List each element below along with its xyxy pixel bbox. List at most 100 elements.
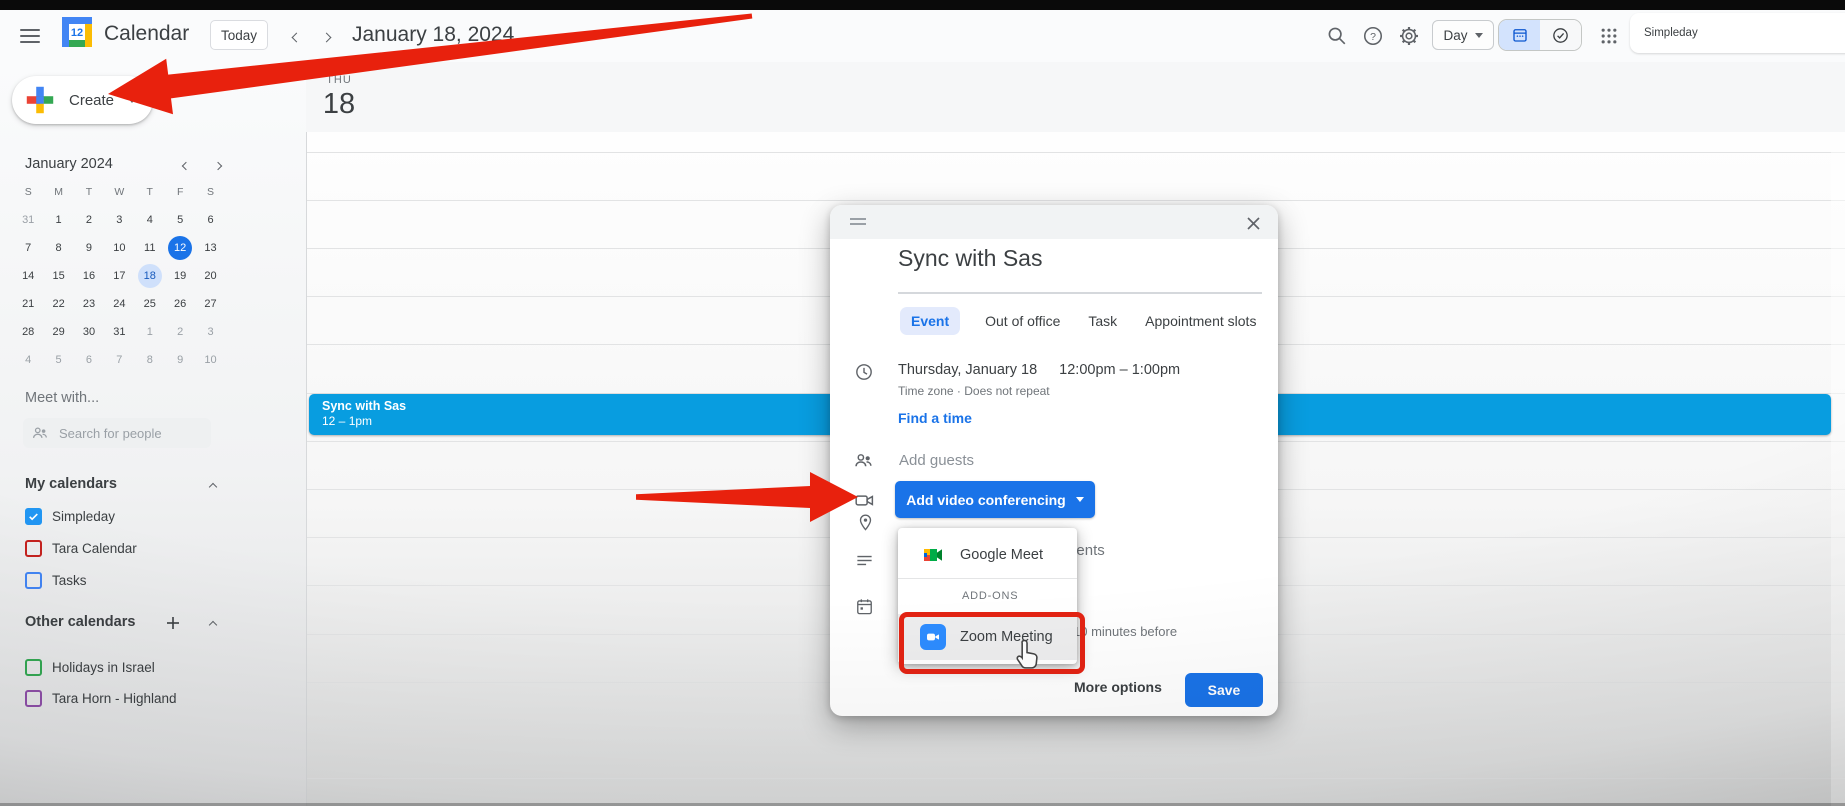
calendar-view-toggle[interactable]	[1499, 20, 1540, 50]
minical-day[interactable]: 19	[168, 264, 192, 288]
minical-day[interactable]: 27	[199, 292, 223, 316]
tasks-check-icon	[1551, 26, 1570, 45]
dialog-tabs: Event Out of office Task Appointment slots	[900, 307, 1259, 335]
profile-account-chip[interactable]: Simpleday	[1630, 13, 1845, 53]
minical-day[interactable]: 2	[77, 208, 101, 232]
minical-prev-icon[interactable]	[178, 158, 194, 174]
minical-day[interactable]: 30	[77, 320, 101, 344]
minical-day[interactable]: 9	[168, 348, 192, 372]
minical-day[interactable]: 8	[47, 236, 71, 260]
minical-day-header: W	[114, 186, 124, 198]
menu-item-google-meet[interactable]: Google Meet	[898, 534, 1077, 576]
close-icon[interactable]	[1242, 212, 1264, 234]
minical-day[interactable]: 16	[77, 264, 101, 288]
drag-handle-icon[interactable]	[850, 218, 866, 226]
more-options-button[interactable]: More options	[1074, 679, 1162, 695]
calendar-label: Holidays in Israel	[52, 660, 155, 675]
minical-day[interactable]: 14	[16, 264, 40, 288]
apps-grid-icon[interactable]	[1596, 23, 1622, 49]
tab-event[interactable]: Event	[900, 307, 960, 335]
minical-day[interactable]: 20	[199, 264, 223, 288]
minical-day[interactable]: 10	[199, 348, 223, 372]
calendar-checkbox[interactable]	[25, 572, 42, 589]
tab-out-of-office[interactable]: Out of office	[982, 307, 1063, 335]
settings-gear-icon[interactable]	[1396, 23, 1422, 49]
minical-day[interactable]: 15	[47, 264, 71, 288]
minical-day[interactable]: 31	[107, 320, 131, 344]
tab-task[interactable]: Task	[1085, 307, 1120, 335]
calendar-checkbox[interactable]	[25, 690, 42, 707]
calendar-checkbox[interactable]	[25, 659, 42, 676]
main-menu-icon[interactable]	[18, 24, 42, 48]
minical-day[interactable]: 29	[47, 320, 71, 344]
minical-day[interactable]: 17	[107, 264, 131, 288]
minical-day[interactable]: 26	[168, 292, 192, 316]
minical-day[interactable]: 25	[138, 292, 162, 316]
minical-day[interactable]: 11	[138, 236, 162, 260]
people-search-box[interactable]	[23, 418, 211, 448]
hour-gridline	[306, 200, 1845, 201]
view-selector-dropdown[interactable]: Day	[1432, 20, 1494, 50]
today-button[interactable]: Today	[210, 20, 268, 50]
event-title-input[interactable]	[898, 245, 1262, 272]
calendar-list-item[interactable]: Tara Horn - Highland	[25, 685, 177, 711]
scrollbar-gutter[interactable]	[1831, 132, 1845, 806]
next-day-icon[interactable]	[316, 27, 336, 47]
add-video-conferencing-button[interactable]: Add video conferencing	[895, 481, 1095, 518]
minical-day[interactable]: 13	[199, 236, 223, 260]
help-icon[interactable]: ?	[1360, 23, 1386, 49]
minical-day[interactable]: 6	[199, 208, 223, 232]
previous-day-icon[interactable]	[286, 27, 306, 47]
minical-day[interactable]: 3	[199, 320, 223, 344]
find-a-time-link[interactable]: Find a time	[898, 410, 972, 426]
mini-calendar: SMTWTFS311234567891011121314151617181920…	[13, 178, 226, 374]
calendar-logo-icon: 12	[60, 15, 94, 49]
calendar-checkbox[interactable]	[25, 508, 42, 525]
minical-day[interactable]: 3	[107, 208, 131, 232]
add-other-calendar-icon[interactable]	[164, 614, 182, 632]
minical-day[interactable]: 10	[107, 236, 131, 260]
minical-day[interactable]: 1	[138, 320, 162, 344]
my-calendars-collapse-icon[interactable]	[204, 478, 222, 496]
people-search-input[interactable]	[57, 425, 187, 442]
day-view-daynumber[interactable]: 18	[306, 88, 372, 121]
minical-day[interactable]: 28	[16, 320, 40, 344]
create-button[interactable]: Create	[12, 76, 153, 124]
minical-day[interactable]: 31	[16, 208, 40, 232]
minical-day[interactable]: 6	[77, 348, 101, 372]
minical-day[interactable]: 5	[168, 208, 192, 232]
minical-day[interactable]: 18	[138, 264, 162, 288]
minical-next-icon[interactable]	[210, 158, 226, 174]
minical-day[interactable]: 24	[107, 292, 131, 316]
calendar-list-item[interactable]: Holidays in Israel	[25, 654, 155, 680]
dialog-header[interactable]	[830, 205, 1278, 239]
calendar-checkbox[interactable]	[25, 540, 42, 557]
tab-appointment-slots[interactable]: Appointment slots	[1142, 307, 1259, 335]
minical-day[interactable]: 4	[138, 208, 162, 232]
minical-day[interactable]: 8	[138, 348, 162, 372]
minical-day[interactable]: 22	[47, 292, 71, 316]
tasks-view-toggle[interactable]	[1540, 20, 1581, 50]
hour-gridline	[306, 778, 1845, 779]
minical-day[interactable]: 23	[77, 292, 101, 316]
other-calendars-collapse-icon[interactable]	[204, 616, 222, 634]
calendar-list-item[interactable]: Simpleday	[25, 503, 115, 529]
minical-day[interactable]: 5	[47, 348, 71, 372]
minical-day[interactable]: 2	[168, 320, 192, 344]
save-button[interactable]: Save	[1185, 673, 1263, 707]
timezone-repeat-text: Time zone · Does not repeat	[898, 384, 1050, 398]
other-calendars-title: Other calendars	[25, 614, 135, 630]
minical-day[interactable]: 4	[16, 348, 40, 372]
minical-day[interactable]: 9	[77, 236, 101, 260]
minical-day[interactable]: 21	[16, 292, 40, 316]
search-icon[interactable]	[1324, 23, 1350, 49]
event-datetime-row[interactable]: Thursday, January 1812:00pm – 1:00pm	[898, 362, 1180, 378]
calendar-list-item[interactable]: Tara Calendar	[25, 535, 137, 561]
minical-day[interactable]: 1	[47, 208, 71, 232]
google-meet-icon	[920, 542, 946, 568]
add-guests-input[interactable]	[897, 451, 1117, 470]
calendar-list-item[interactable]: Tasks	[25, 567, 87, 593]
minical-day[interactable]: 12	[168, 236, 192, 260]
minical-day[interactable]: 7	[16, 236, 40, 260]
minical-day[interactable]: 7	[107, 348, 131, 372]
